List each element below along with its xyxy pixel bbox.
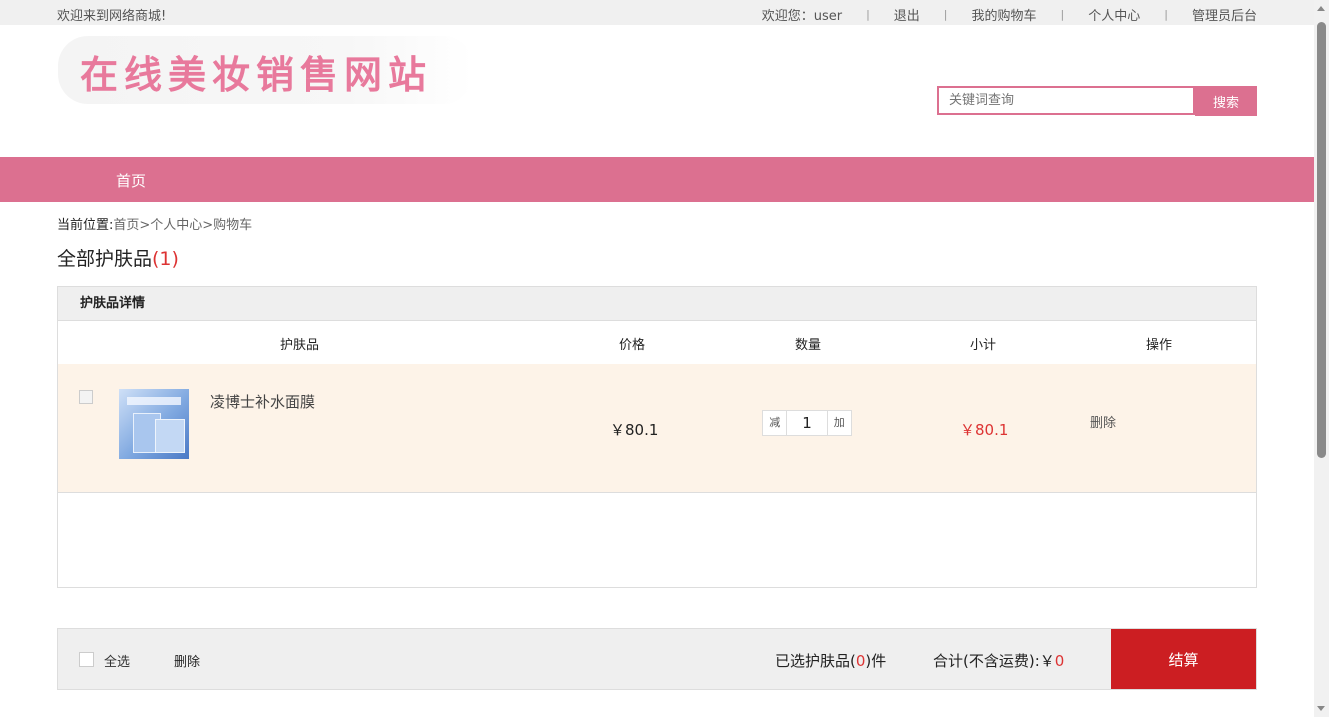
profile-link[interactable]: 个人中心 <box>1088 5 1140 24</box>
top-links: 欢迎您：user | 退出 | 我的购物车 | 个人中心 | 管理员后台 <box>762 5 1257 24</box>
total-amount: 合计(不含运费):￥0 <box>933 650 1064 671</box>
item-count: (1) <box>152 248 179 270</box>
page-title: 全部护肤品(1) <box>57 244 179 271</box>
divider: | <box>943 8 948 21</box>
delete-item-link[interactable]: 删除 <box>1090 412 1116 431</box>
select-all-label[interactable]: 全选 <box>104 651 130 670</box>
search-input[interactable] <box>937 86 1195 115</box>
breadcrumb-path[interactable]: 首页>个人中心>购物车 <box>113 218 252 233</box>
user-greeting: 欢迎您：user <box>761 9 843 24</box>
scroll-up-arrow-icon[interactable] <box>1317 6 1325 11</box>
breadcrumb-label: 当前位置: <box>57 218 114 233</box>
welcome-text: 欢迎来到网络商城! <box>57 9 167 24</box>
scroll-down-arrow-icon[interactable] <box>1317 706 1325 711</box>
page-title-text: 全部护肤品 <box>57 248 153 270</box>
col-product: 护肤品 <box>280 338 320 353</box>
product-image[interactable] <box>119 389 189 459</box>
breadcrumb: 当前位置:首页>个人中心>购物车 <box>57 214 252 233</box>
decrease-button[interactable]: 减 <box>763 411 786 435</box>
col-action: 操作 <box>1146 338 1173 353</box>
checkout-button[interactable]: 结算 <box>1111 629 1256 689</box>
search-button[interactable]: 搜索 <box>1195 86 1257 116</box>
selected-count: 已选护肤品(0)件 <box>775 650 886 671</box>
selected-suffix: )件 <box>865 652 887 670</box>
site-logo[interactable]: 在线美妆销售网站 <box>58 36 473 104</box>
col-subtotal: 小计 <box>970 338 997 353</box>
selected-prefix: 已选护肤品( <box>775 652 856 670</box>
checkout-bar: 全选 删除 已选护肤品(0)件 合计(不含运费):￥0 结算 <box>57 628 1257 690</box>
divider: | <box>1164 8 1168 21</box>
admin-link[interactable]: 管理员后台 <box>1192 5 1257 24</box>
total-label: 合计(不含运费):￥ <box>933 652 1055 670</box>
scrollbar[interactable] <box>1314 0 1329 717</box>
item-checkbox[interactable] <box>79 390 93 404</box>
col-quantity: 数量 <box>795 338 822 353</box>
column-headers: 护肤品 价格 数量 小计 操作 <box>58 321 1256 365</box>
unit-price: ￥80.1 <box>610 421 659 439</box>
main-nav: 首页 <box>0 157 1314 202</box>
quantity-input[interactable]: 1 <box>786 411 828 435</box>
item-subtotal: ￥80.1 <box>960 421 1009 439</box>
image-box <box>155 419 185 453</box>
my-cart-link[interactable]: 我的购物车 <box>972 5 1037 24</box>
delete-selected-link[interactable]: 删除 <box>174 651 200 670</box>
panel-header: 护肤品详情 <box>58 287 1256 321</box>
cart-panel: 护肤品详情 护肤品 价格 数量 小计 操作 凌博士补水面膜 ￥80.1 减 1 … <box>57 286 1257 588</box>
cart-item-row: 凌博士补水面膜 ￥80.1 减 1 加 ￥80.1 删除 <box>58 364 1256 493</box>
increase-button[interactable]: 加 <box>828 411 851 435</box>
scroll-thumb[interactable] <box>1317 22 1326 458</box>
col-price: 价格 <box>619 338 646 353</box>
top-bar: 欢迎来到网络商城! 欢迎您：user | 退出 | 我的购物车 | 个人中心 |… <box>0 0 1314 25</box>
divider: | <box>866 8 870 21</box>
total-number: 0 <box>1054 652 1065 670</box>
image-banner <box>127 397 181 405</box>
quantity-stepper: 减 1 加 <box>762 410 852 436</box>
nav-home[interactable]: 首页 <box>116 170 146 191</box>
divider: | <box>1060 8 1065 21</box>
selected-number: 0 <box>855 652 866 670</box>
select-all-checkbox[interactable] <box>79 652 94 667</box>
product-name[interactable]: 凌博士补水面膜 <box>210 391 315 412</box>
logo-text: 在线美妆销售网站 <box>80 52 433 97</box>
logout-link[interactable]: 退出 <box>894 5 920 24</box>
